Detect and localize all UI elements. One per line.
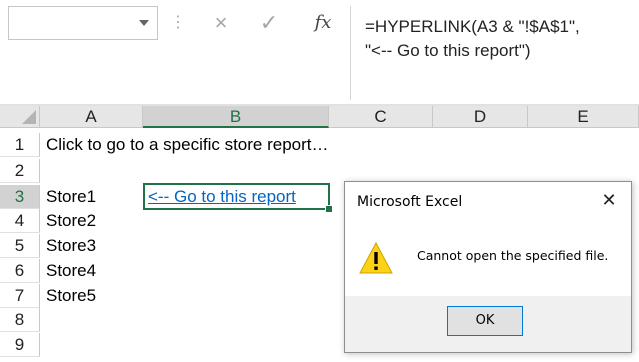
insert-function-icon[interactable]: fx xyxy=(308,8,338,38)
column-header-c[interactable]: C xyxy=(329,106,433,128)
dialog-title: Microsoft Excel xyxy=(357,194,463,210)
active-cell-outline xyxy=(143,183,330,210)
row-header-2[interactable]: 2 xyxy=(0,159,40,183)
dialog-body: Cannot open the specified file. xyxy=(345,226,631,296)
enter-icon[interactable]: ✓ xyxy=(256,8,282,38)
row-header-1[interactable]: 1 xyxy=(0,133,40,157)
column-header-a[interactable]: A xyxy=(40,106,143,128)
column-header-b[interactable]: B xyxy=(143,106,329,128)
chevron-down-icon[interactable] xyxy=(139,20,149,26)
select-all-button[interactable] xyxy=(0,106,40,128)
cancel-icon[interactable]: × xyxy=(208,8,234,38)
row-header-3[interactable]: 3 xyxy=(0,185,40,209)
cell-a7[interactable]: Store5 xyxy=(46,284,96,308)
ok-button[interactable]: OK xyxy=(447,306,523,336)
close-icon[interactable]: ✕ xyxy=(595,188,623,214)
cell-a5[interactable]: Store3 xyxy=(46,234,96,258)
dialog-message: Cannot open the specified file. xyxy=(417,248,609,263)
cell-a1[interactable]: Click to go to a specific store report… xyxy=(46,133,329,157)
formula-bar: ⋮ × ✓ fx =HYPERLINK(A3 & "!$A$1", "<-- G… xyxy=(0,0,639,106)
fill-handle[interactable] xyxy=(325,205,333,213)
row-header-8[interactable]: 8 xyxy=(0,308,40,332)
cell-a3[interactable]: Store1 xyxy=(46,185,96,209)
dialog-footer: OK xyxy=(345,296,631,352)
formula-input[interactable]: =HYPERLINK(A3 & "!$A$1", "<-- Go to this… xyxy=(350,6,631,100)
drag-handle-icon[interactable]: ⋮ xyxy=(170,8,186,38)
row-header-6[interactable]: 6 xyxy=(0,259,40,283)
column-header-d[interactable]: D xyxy=(433,106,528,128)
row-header-5[interactable]: 5 xyxy=(0,234,40,258)
error-dialog: Microsoft Excel ✕ Cannot open the specif… xyxy=(344,181,632,353)
column-header-e[interactable]: E xyxy=(528,106,639,128)
row-header-7[interactable]: 7 xyxy=(0,284,40,308)
cell-a4[interactable]: Store2 xyxy=(46,209,96,233)
name-box[interactable] xyxy=(8,6,158,40)
row-header-4[interactable]: 4 xyxy=(0,209,40,233)
select-all-icon xyxy=(22,110,36,124)
row-header-9[interactable]: 9 xyxy=(0,333,40,357)
warning-icon xyxy=(359,242,393,274)
cell-a6[interactable]: Store4 xyxy=(46,259,96,283)
